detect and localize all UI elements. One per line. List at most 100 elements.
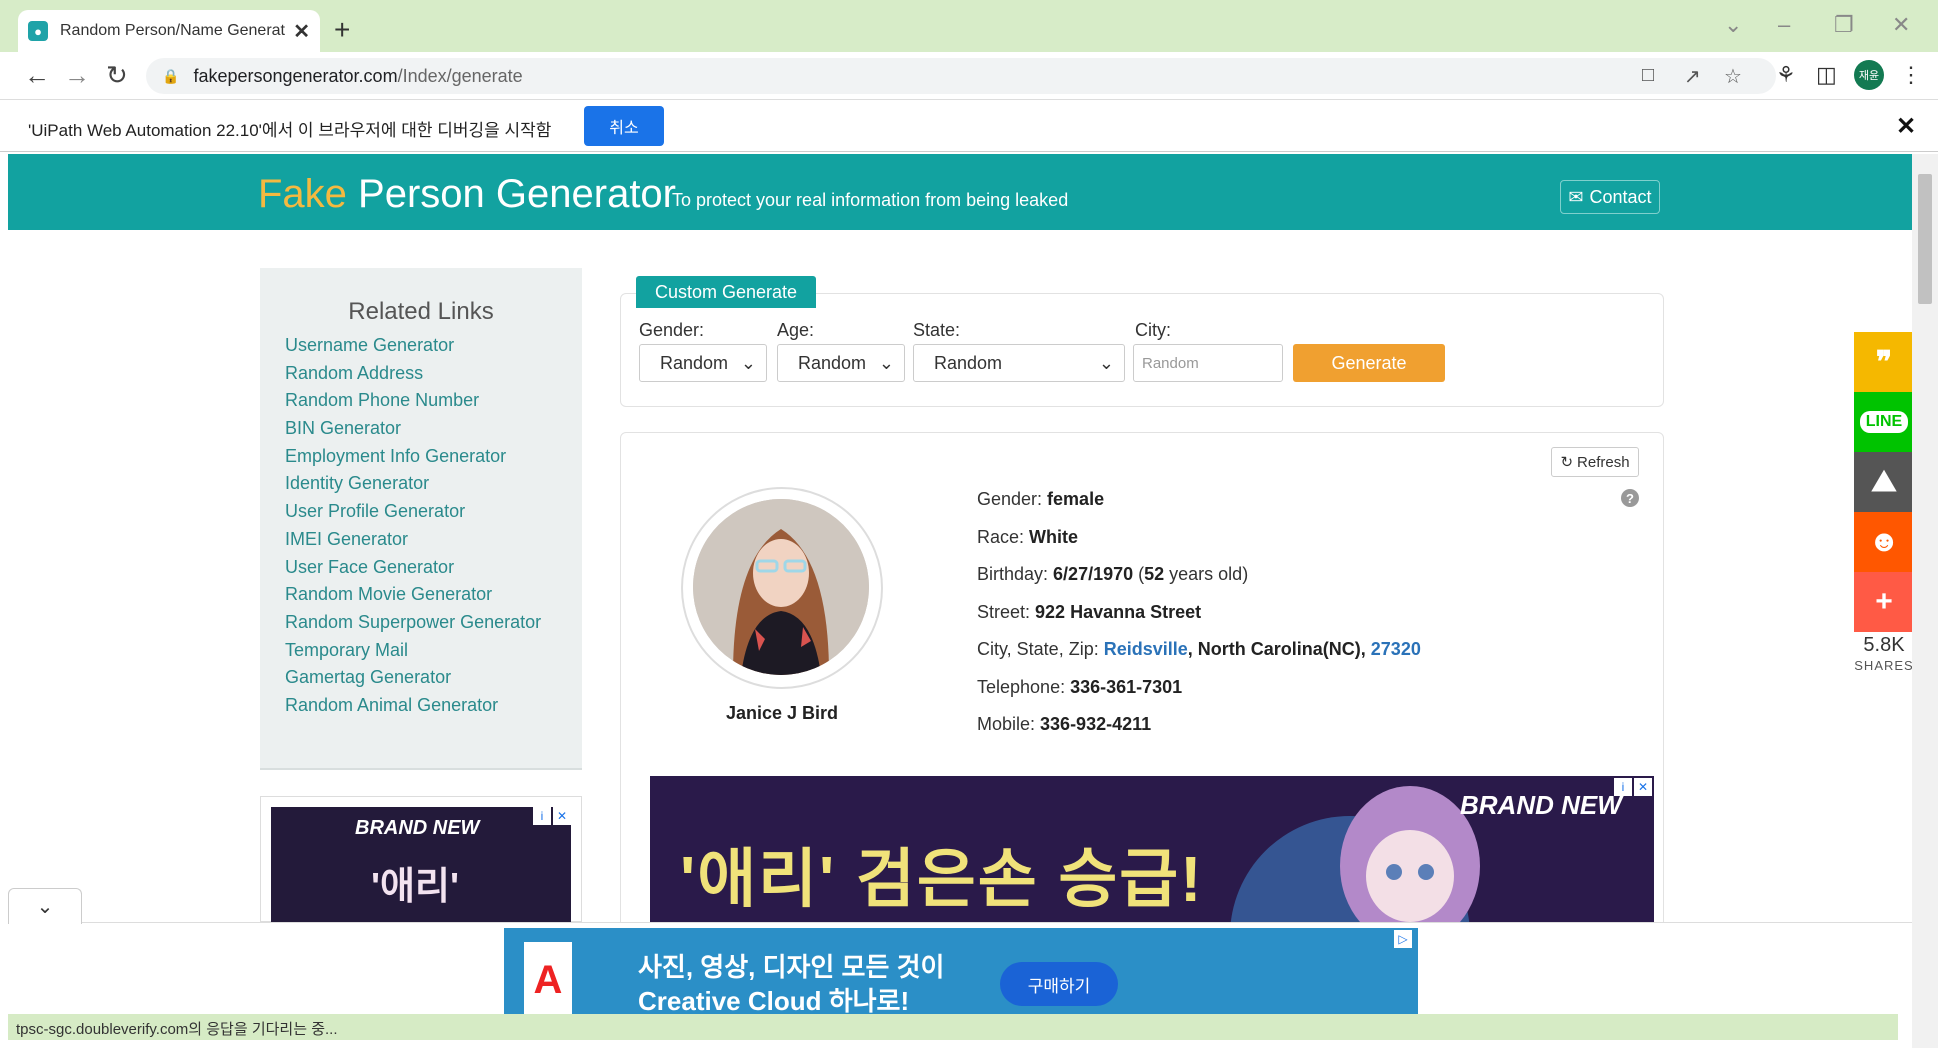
back-icon[interactable]: ←	[24, 60, 50, 91]
person-name: Janice J Bird	[725, 703, 839, 723]
share-label: SHARES	[1854, 658, 1914, 673]
related-link[interactable]: Gamertag Generator	[285, 664, 541, 692]
bottom-ad-banner[interactable]: A 사진, 영상, 디자인 모든 것이 Creative Cloud 하나로! …	[504, 928, 1418, 1018]
reddit-share-button[interactable]: ☻	[1854, 512, 1914, 572]
age-label: Age:	[777, 320, 815, 340]
logo-rest-text: Person Generator	[346, 172, 676, 216]
age-value: 52	[1144, 564, 1165, 584]
logo-fake-text: Fake	[258, 172, 347, 216]
ad-close-icon[interactable]: ✕	[1634, 778, 1652, 796]
profile-avatar[interactable]: 재윤	[1854, 60, 1884, 90]
person-photo	[693, 499, 869, 675]
sidebar-ad-banner[interactable]: BRAND NEW '애리'	[271, 807, 571, 923]
car-share-button[interactable]: ⛰	[1854, 452, 1914, 512]
close-tab-icon[interactable]: ✕	[293, 19, 310, 44]
sidebar-ad[interactable]: BRAND NEW '애리' i ✕	[260, 796, 582, 923]
generate-button[interactable]: Generate	[1293, 344, 1445, 382]
zip-link[interactable]: 27320	[1371, 639, 1421, 659]
gender-row: Gender: female	[977, 489, 1421, 527]
reddit-icon: ☻	[1868, 525, 1900, 558]
age-select[interactable]: Random ⌄	[777, 344, 905, 382]
side-panel-icon[interactable]: ◫	[1816, 62, 1837, 88]
related-link[interactable]: IMEI Generator	[285, 526, 541, 554]
extensions-icon[interactable]: ⚘	[1776, 62, 1796, 88]
sidebar-ad-text: '애리'	[371, 866, 459, 908]
gender-select-value: Random	[660, 352, 729, 373]
kakao-share-button[interactable]: ❞	[1854, 332, 1914, 392]
ad-info-icon[interactable]: i	[1614, 778, 1632, 796]
related-link[interactable]: BIN Generator	[285, 415, 541, 443]
related-link[interactable]: Random Animal Generator	[285, 692, 541, 720]
contact-button[interactable]: ✉ Contact	[1560, 180, 1660, 214]
forward-icon[interactable]: →	[64, 60, 90, 91]
related-link[interactable]: Identity Generator	[285, 470, 541, 498]
lock-icon[interactable]: 🔒	[162, 68, 179, 85]
mobile-value: 336-932-4211	[1040, 714, 1152, 734]
scrollbar-thumb[interactable]	[1918, 174, 1932, 304]
refresh-icon: ↻	[1560, 454, 1574, 471]
url-bar[interactable]: 🔒 fakepersongenerator.com/Index/generate	[146, 58, 1776, 94]
gender-select[interactable]: Random ⌄	[639, 344, 767, 382]
related-link[interactable]: Temporary Mail	[285, 637, 541, 665]
menu-kebab-icon[interactable]: ⋮	[1900, 62, 1922, 88]
more-share-button[interactable]: +	[1854, 572, 1914, 632]
city-link[interactable]: Reidsville	[1104, 639, 1188, 659]
related-link[interactable]: Random Superpower Generator	[285, 609, 541, 637]
translate-icon[interactable]: □	[1642, 64, 1654, 87]
related-link[interactable]: Random Phone Number	[285, 387, 541, 415]
line-icon: LINE	[1859, 411, 1909, 433]
minimize-icon[interactable]: –	[1778, 12, 1790, 38]
birthday-row-label: Birthday:	[977, 564, 1054, 584]
gender-row-label: Gender:	[977, 489, 1048, 509]
related-link[interactable]: Employment Info Generator	[285, 443, 541, 471]
close-infobar-icon[interactable]: ✕	[1896, 112, 1916, 141]
related-link[interactable]: User Profile Generator	[285, 498, 541, 526]
refresh-button[interactable]: ↻ Refresh	[1551, 447, 1639, 477]
collapse-ad-button[interactable]: ⌄	[8, 888, 82, 924]
banner-ad[interactable]: '애리' 검은손 승급! BRAND NEW i ✕	[650, 776, 1654, 922]
refresh-label: Refresh	[1577, 453, 1630, 471]
chevron-down-icon: ⌄	[36, 896, 54, 918]
cancel-debugging-button[interactable]: 취소	[584, 106, 664, 146]
state-select[interactable]: Random ⌄	[913, 344, 1125, 382]
car-icon: ⛰	[1871, 465, 1897, 498]
related-link[interactable]: Username Generator	[285, 332, 541, 360]
ad-info-icon[interactable]: i	[533, 807, 551, 825]
help-icon[interactable]: ?	[1621, 489, 1639, 507]
bottom-ad-line1: 사진, 영상, 디자인 모든 것이	[638, 952, 945, 982]
page-scrollbar[interactable]	[1912, 154, 1938, 1048]
city-label: City:	[1135, 320, 1171, 340]
chevron-down-icon: ⌄	[1098, 352, 1114, 373]
telephone-value: 336-361-7301	[1070, 676, 1183, 697]
line-share-button[interactable]: LINE	[1854, 392, 1914, 452]
new-tab-icon[interactable]: +	[334, 14, 350, 46]
url-host: fakepersongenerator.com	[193, 65, 398, 86]
browser-tab[interactable]: ● Random Person/Name Generato ✕	[18, 10, 320, 52]
window-close-icon[interactable]: ✕	[1892, 12, 1910, 38]
race-value: White	[1029, 526, 1079, 547]
age-suffix: years old)	[1164, 564, 1249, 584]
related-link[interactable]: Random Movie Generator	[285, 581, 541, 609]
age-select-value: Random	[798, 352, 867, 373]
related-link[interactable]: User Face Generator	[285, 554, 541, 582]
age-open: (	[1133, 564, 1145, 584]
banner-ad-brand: BRAND NEW	[1460, 790, 1622, 820]
csz-row-label: City, State, Zip:	[977, 639, 1104, 659]
related-links-title: Related Links	[348, 298, 494, 325]
bottom-ad-buy-button[interactable]: 구매하기	[1000, 962, 1118, 1006]
tab-title: Random Person/Name Generato	[60, 22, 286, 39]
chevron-down-icon: ⌄	[740, 352, 756, 373]
share-page-icon[interactable]: ↗	[1684, 64, 1701, 89]
ad-choices-icon[interactable]: ▷	[1394, 930, 1412, 948]
site-logo[interactable]: Fake Person Generator	[258, 172, 676, 217]
bookmark-star-icon[interactable]: ☆	[1724, 64, 1742, 89]
related-link[interactable]: Random Address	[285, 360, 541, 388]
debugging-message: 'UiPath Web Automation 22.10'에서 이 브라우저에 …	[28, 121, 552, 140]
tab-search-icon[interactable]: ⌄	[1724, 12, 1742, 38]
restore-icon[interactable]: ❐	[1834, 12, 1854, 38]
ad-close-icon[interactable]: ✕	[553, 807, 571, 825]
custom-generate-panel: Gender: Random ⌄ Age: Random ⌄ State: Ra…	[620, 293, 1664, 407]
city-input[interactable]	[1133, 344, 1283, 382]
reload-icon[interactable]: ↻	[106, 60, 128, 91]
custom-generate-tab[interactable]: Custom Generate	[636, 276, 816, 308]
